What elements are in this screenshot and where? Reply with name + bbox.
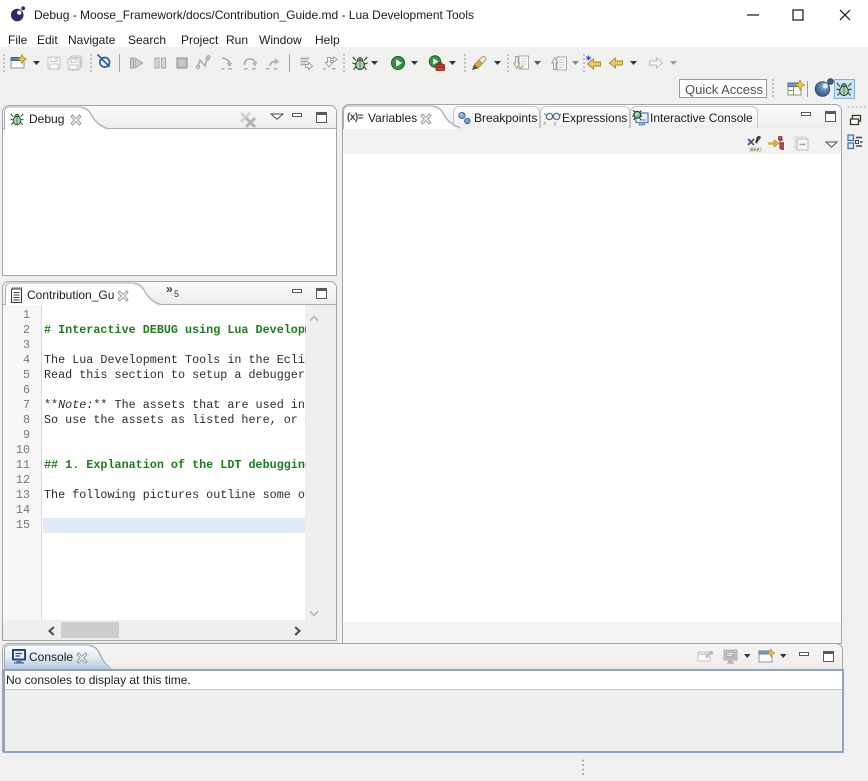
svg-text:x: x (543, 118, 547, 126)
svg-text:y: y (553, 119, 558, 127)
